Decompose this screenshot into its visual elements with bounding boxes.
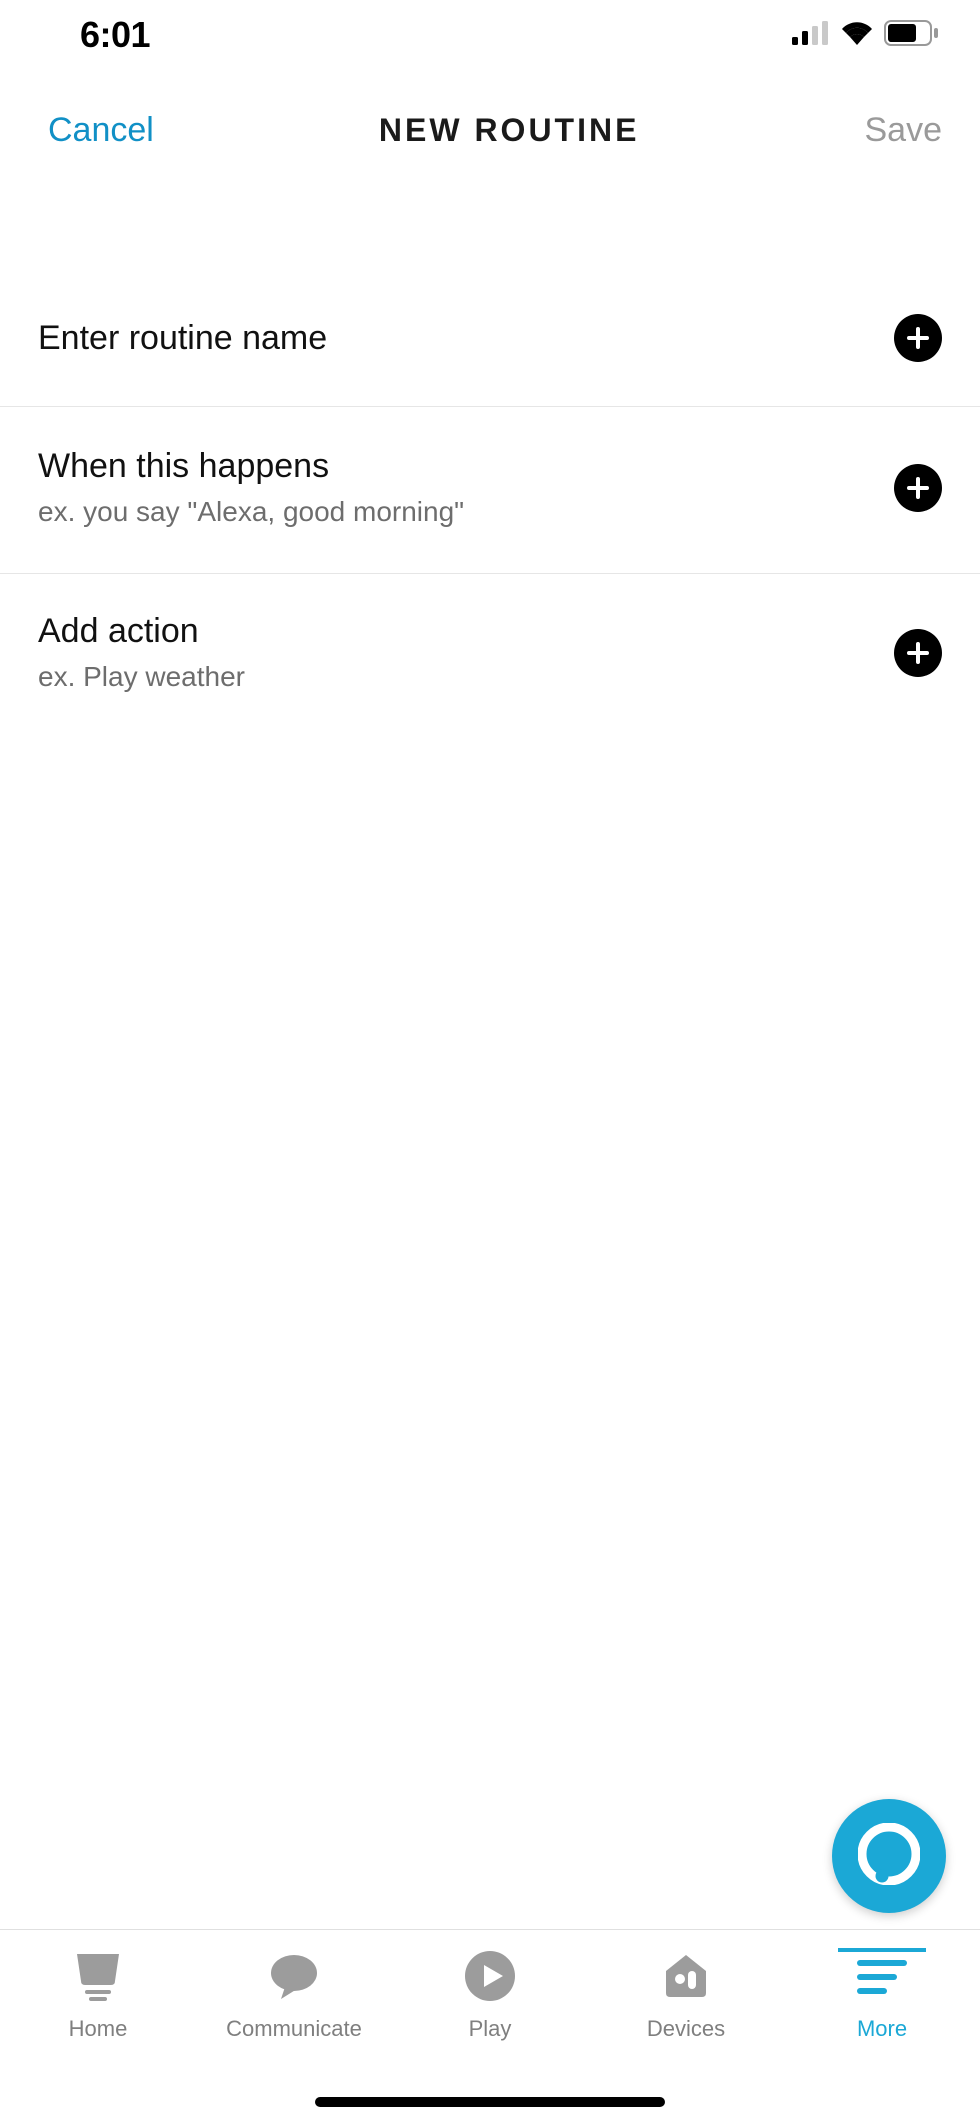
alexa-icon: [858, 1823, 920, 1890]
plus-icon: [906, 641, 930, 665]
cellular-signal-icon: [792, 21, 830, 50]
wifi-icon: [840, 21, 874, 50]
tab-home[interactable]: Home: [0, 1948, 196, 2042]
hamburger-icon: [853, 1948, 911, 2004]
home-indicator[interactable]: [315, 2097, 665, 2107]
active-tab-indicator: [838, 1948, 926, 1952]
status-bar: 6:01: [0, 0, 980, 70]
devices-icon: [659, 1948, 713, 2004]
row-title: When this happens: [38, 447, 464, 486]
cancel-button[interactable]: Cancel: [48, 111, 154, 150]
add-trigger-button[interactable]: [894, 464, 942, 512]
row-title: Add action: [38, 612, 245, 651]
tab-play[interactable]: Play: [392, 1948, 588, 2042]
alexa-voice-button[interactable]: [832, 1799, 946, 1913]
row-subtitle: ex. you say "Alexa, good morning": [38, 496, 464, 528]
play-icon: [463, 1948, 517, 2004]
tab-bar: Home Communicate Play Devices: [0, 1929, 980, 2121]
tab-label: Communicate: [226, 2016, 362, 2042]
status-time: 6:01: [80, 14, 150, 56]
nav-bar: Cancel NEW ROUTINE Save: [0, 70, 980, 190]
content: Enter routine name When this happens ex.…: [0, 190, 980, 738]
tab-communicate[interactable]: Communicate: [196, 1948, 392, 2042]
tab-devices[interactable]: Devices: [588, 1948, 784, 2042]
speech-bubble-icon: [267, 1948, 321, 2004]
add-action-row[interactable]: Add action ex. Play weather: [0, 574, 980, 738]
row-subtitle: ex. Play weather: [38, 661, 245, 693]
add-name-button[interactable]: [894, 314, 942, 362]
tab-label: Play: [469, 2016, 512, 2042]
plus-icon: [906, 476, 930, 500]
add-action-button[interactable]: [894, 629, 942, 677]
battery-icon: [884, 20, 940, 51]
page-title: NEW ROUTINE: [379, 112, 640, 149]
save-button[interactable]: Save: [864, 111, 942, 150]
tab-label: Home: [69, 2016, 128, 2042]
tab-more[interactable]: More: [784, 1948, 980, 2042]
when-this-happens-row[interactable]: When this happens ex. you say "Alexa, go…: [0, 407, 980, 574]
tab-label: More: [857, 2016, 907, 2042]
enter-routine-name-row[interactable]: Enter routine name: [0, 290, 980, 407]
row-title: Enter routine name: [38, 319, 327, 358]
plus-icon: [906, 326, 930, 350]
tab-label: Devices: [647, 2016, 725, 2042]
status-indicators: [792, 20, 940, 51]
home-icon: [71, 1948, 125, 2004]
